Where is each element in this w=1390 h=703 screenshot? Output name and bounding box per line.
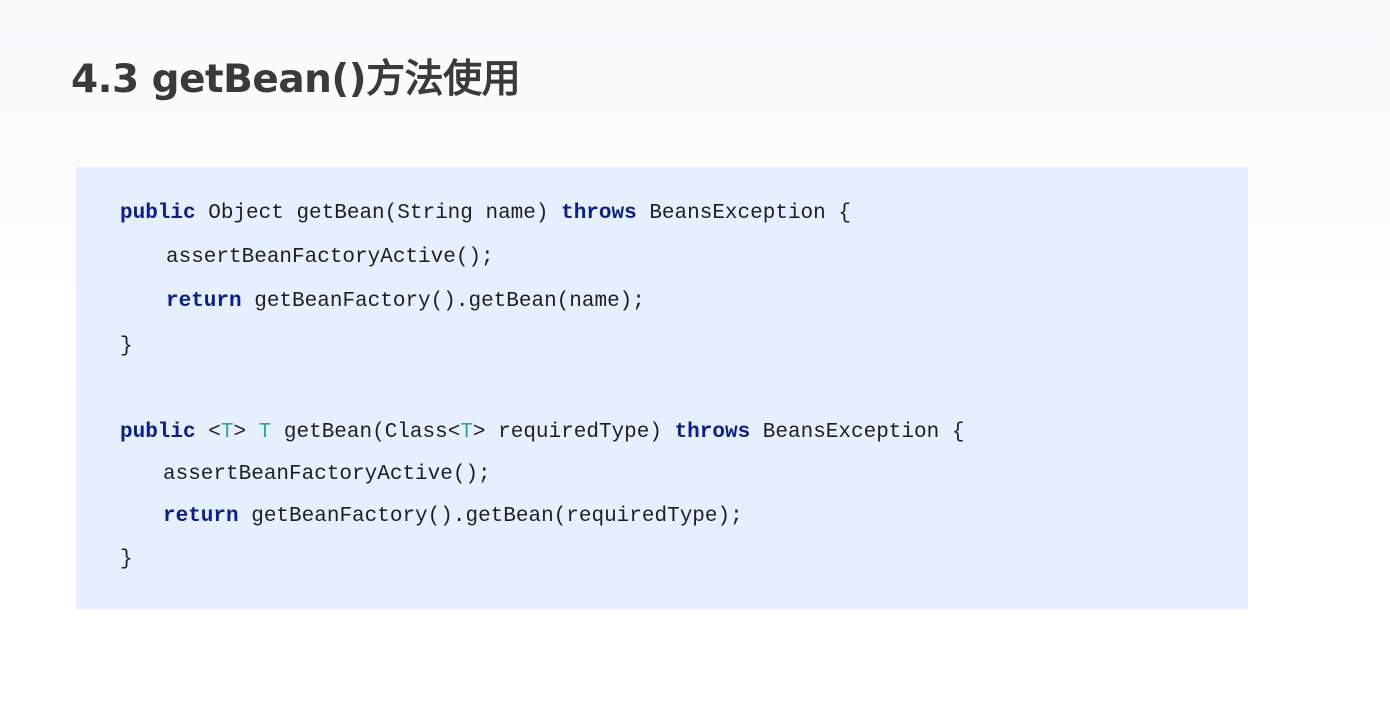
code-text: } <box>120 548 133 571</box>
code-text: getBeanFactory().getBean(requiredType); <box>238 505 743 528</box>
keyword-throws: throws <box>561 202 637 225</box>
code-text: getBean(Class< <box>271 421 461 444</box>
code-text: } <box>120 335 133 358</box>
keyword-public: public <box>120 202 196 225</box>
code-text: BeansException { <box>636 202 851 225</box>
code-line-5: public <T> T getBean(Class<T> requiredTy… <box>120 418 964 448</box>
code-text: assertBeanFactoryActive(); <box>163 463 491 486</box>
type-param: T <box>258 421 272 444</box>
keyword-throws: throws <box>674 421 751 444</box>
code-text: assertBeanFactoryActive(); <box>166 246 494 269</box>
code-line-7: return getBeanFactory().getBean(required… <box>163 502 743 532</box>
keyword-return: return <box>166 290 242 313</box>
code-text: > <box>233 421 259 444</box>
code-line-3: return getBeanFactory().getBean(name); <box>166 287 645 317</box>
slide: 4.3 getBean()方法使用 public Object getBean(… <box>0 0 1390 703</box>
slide-title: 4.3 getBean()方法使用 <box>71 57 521 102</box>
code-panel: public Object getBean(String name) throw… <box>76 167 1248 609</box>
type-param: T <box>460 421 473 444</box>
code-line-6: assertBeanFactoryActive(); <box>163 460 491 490</box>
code-text: BeansException { <box>750 421 965 444</box>
code-line-4: } <box>120 332 133 362</box>
type-param: T <box>220 421 234 444</box>
code-line-1: public Object getBean(String name) throw… <box>120 199 851 229</box>
code-text: > requiredType) <box>472 421 675 444</box>
code-line-2: assertBeanFactoryActive(); <box>166 243 494 273</box>
keyword-public: public <box>120 421 196 444</box>
code-text: < <box>195 421 221 444</box>
keyword-return: return <box>163 505 239 528</box>
code-text: Object getBean(String name) <box>195 202 562 225</box>
code-text: getBeanFactory().getBean(name); <box>241 290 645 313</box>
code-line-8: } <box>120 545 133 575</box>
